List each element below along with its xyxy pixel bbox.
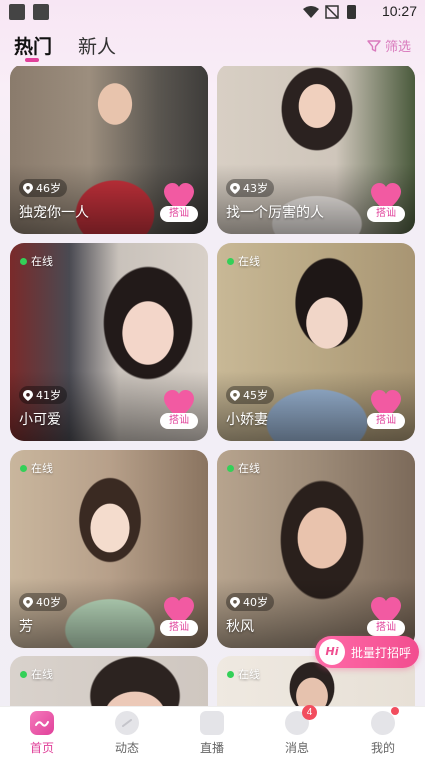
user-card[interactable]: 43岁 找一个厉害的人 搭讪 [217,66,415,234]
tab-new[interactable]: 新人 [78,32,116,59]
age-badge: 45岁 [226,386,274,404]
chat-label: 搭讪 [367,206,405,222]
location-pin-icon [230,596,240,608]
chat-button[interactable]: 搭讪 [160,182,198,226]
filter-icon [367,39,381,52]
notification-icon [33,4,49,20]
filter-label: 筛选 [384,40,411,55]
user-card[interactable]: 46岁 独宠你一人 搭讪 [10,66,208,234]
batch-greet-label: 批量打招呼 [351,645,412,660]
chat-label: 搭讪 [367,620,405,636]
age-badge: 43岁 [226,179,274,197]
live-icon [200,711,224,735]
batch-greet-button[interactable]: Hi 批量打招呼 [315,636,419,668]
location-pin-icon [230,389,240,401]
status-bar: 10:27 [0,0,425,24]
tab-indicator [25,58,39,62]
location-pin-icon [230,182,240,194]
user-card[interactable]: 在线 [10,656,208,706]
notification-icon [9,4,25,20]
nav-messages[interactable]: 4 消息 [267,705,327,756]
nav-home[interactable]: 首页 [12,711,72,756]
top-tabs: 热门 新人 筛选 [0,30,425,66]
profile-icon [371,707,399,735]
chat-label: 搭讪 [160,620,198,636]
user-card[interactable]: 在线 45岁 小娇妻 搭讪 [217,243,415,441]
home-icon [30,711,54,735]
chat-label: 搭讪 [160,206,198,222]
age-badge: 41岁 [19,386,67,404]
clock: 10:27 [381,3,417,19]
user-name: 独宠你一人 [19,205,89,221]
hi-icon: Hi [319,639,345,665]
online-status: 在线 [20,460,53,476]
chat-button[interactable]: 搭讪 [367,182,405,226]
online-status: 在线 [20,253,53,269]
user-name: 小可爱 [19,412,61,428]
nav-profile[interactable]: 我的 [353,707,413,756]
message-icon: 4 [285,705,317,735]
age-badge: 46岁 [19,179,67,197]
chat-button[interactable]: 搭讪 [160,596,198,640]
chat-label: 搭讪 [367,413,405,429]
chat-label: 搭讪 [160,413,198,429]
nav-live[interactable]: 直播 [182,711,242,756]
online-status: 在线 [20,666,53,682]
user-name: 小娇妻 [226,412,268,428]
filter-button[interactable]: 筛选 [367,36,411,55]
location-pin-icon [23,596,33,608]
tab-hot[interactable]: 热门 [14,32,52,59]
user-grid: 46岁 独宠你一人 搭讪 43岁 找一个厉害的人 搭讪 在线 41岁 小可爱 搭… [0,66,425,706]
notification-dot [391,707,399,715]
chat-button[interactable]: 搭讪 [160,389,198,433]
moments-icon [115,711,139,735]
location-pin-icon [23,182,33,194]
online-status: 在线 [227,253,260,269]
chat-button[interactable]: 搭讪 [367,596,405,640]
nav-moments[interactable]: 动态 [97,711,157,756]
user-card[interactable]: 在线 40岁 芳 搭讪 [10,450,208,648]
unread-badge: 4 [302,705,317,720]
age-badge: 40岁 [19,593,67,611]
online-status: 在线 [227,666,260,682]
chat-button[interactable]: 搭讪 [367,389,405,433]
user-name: 秋风 [226,619,254,635]
user-name: 芳 [19,619,33,635]
status-icons [303,5,356,19]
user-name: 找一个厉害的人 [226,205,324,221]
bottom-nav: 首页 动态 直播 4 消息 我的 [0,705,425,757]
location-pin-icon [23,389,33,401]
age-badge: 40岁 [226,593,274,611]
online-status: 在线 [227,460,260,476]
user-card[interactable]: 在线 41岁 小可爱 搭讪 [10,243,208,441]
user-card[interactable]: 在线 40岁 秋风 搭讪 [217,450,415,648]
